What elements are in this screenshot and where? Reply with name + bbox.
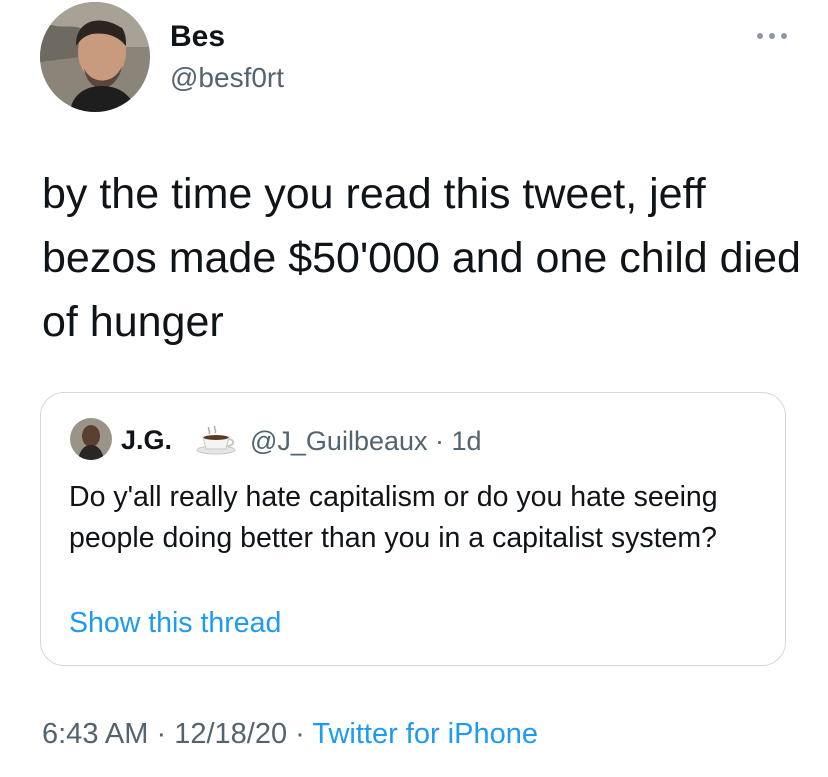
tweet-text: by the time you read this tweet, jeff be… [42, 170, 801, 346]
quoted-tweet-card[interactable]: J.G. @J_Guilbeaux · 1d Do y'all really h… [40, 392, 786, 666]
author-avatar[interactable] [40, 2, 150, 112]
tweet-date[interactable]: 12/18/20 [174, 718, 287, 750]
more-dots-icon[interactable] [752, 20, 792, 52]
tweet-source-link[interactable]: Twitter for iPhone [312, 718, 538, 750]
meta-separator: · [287, 718, 313, 750]
quoted-tweet-text: Do y'all really hate capitalism or do yo… [69, 481, 718, 554]
quoted-display-name: J.G. [121, 425, 173, 455]
tweet-metadata: 6:43 AM · 12/18/20 · Twitter for iPhone [42, 718, 538, 751]
quoted-author-avatar[interactable] [70, 418, 112, 460]
quoted-handle-time: @J_Guilbeaux · 1d [250, 426, 482, 456]
show-thread-link[interactable]: Show this thread [69, 607, 281, 640]
coffee-cup-icon [195, 423, 239, 455]
meta-separator: · [148, 718, 175, 750]
author-handle[interactable]: @besf0rt [170, 62, 284, 94]
quoted-profile-photo-icon [70, 418, 112, 460]
author-display-name[interactable]: Bes [170, 20, 225, 54]
tweet-time[interactable]: 6:43 AM [42, 718, 148, 750]
profile-photo-icon [40, 2, 150, 112]
